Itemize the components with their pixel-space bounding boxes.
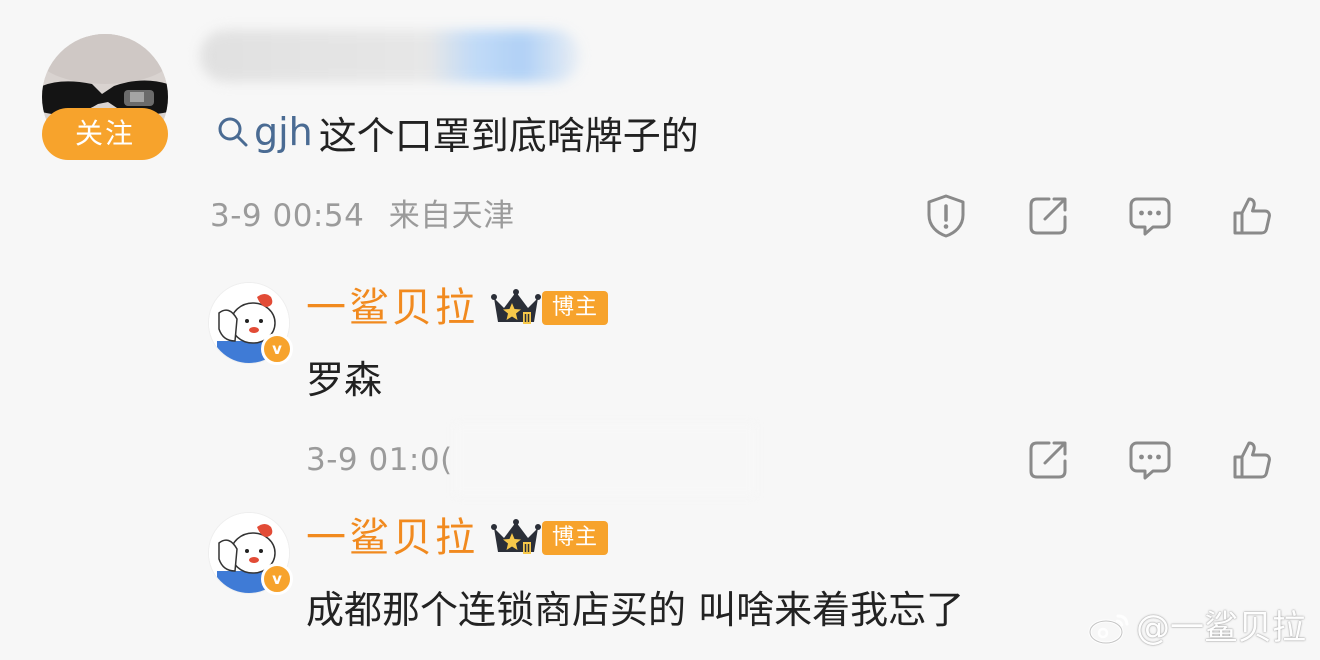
share-icon [1029, 441, 1067, 479]
reply-avatar[interactable]: v [208, 512, 293, 595]
search-icon [218, 117, 248, 147]
weibo-logo-icon [1088, 614, 1129, 645]
crown-icon [491, 289, 541, 324]
like-icon [1233, 441, 1271, 479]
follow-button[interactable]: 关注 [42, 108, 168, 160]
reply-header: 一鲨贝拉 博主 [306, 280, 609, 336]
comment-meta: 3-9 00:54 来自天津 [210, 192, 515, 240]
blogger-badge: 博主 [490, 518, 609, 558]
like-icon [1233, 197, 1271, 235]
comment-date: 3-9 00:54 [210, 198, 365, 234]
crown-icon [491, 519, 541, 554]
reply-author-name[interactable]: 一鲨贝拉 [306, 510, 478, 566]
verified-badge: v [261, 333, 293, 365]
reply-author-name[interactable]: 一鲨贝拉 [306, 280, 478, 336]
share-button[interactable] [1022, 434, 1074, 486]
like-button[interactable] [1226, 434, 1278, 486]
reply-button[interactable] [1124, 434, 1176, 486]
commenter-name-redacted [200, 30, 580, 82]
comment-icon [1129, 441, 1171, 480]
comment-icon [1129, 197, 1171, 236]
reply-avatar[interactable]: v [208, 282, 293, 365]
share-button[interactable] [1022, 190, 1074, 242]
comment-content: gjh 这个口罩到底啥牌子的 [216, 104, 699, 160]
watermark-text: @一鲨贝拉 [1136, 608, 1306, 648]
comment-location: 来自天津 [388, 198, 515, 234]
mention-text[interactable]: gjh [254, 110, 313, 154]
like-button[interactable] [1226, 190, 1278, 242]
blogger-badge: 博主 [490, 288, 609, 328]
mention-link[interactable]: gjh [216, 110, 313, 154]
reply-date: 3-9 01:0( [306, 442, 453, 478]
report-icon [927, 194, 965, 238]
verified-badge: v [261, 563, 293, 595]
reply-text: 罗森 [306, 358, 383, 402]
reply-text: 成都那个连锁商店买的 叫啥来着我忘了 [306, 588, 965, 632]
reply-header: 一鲨贝拉 博主 [306, 510, 609, 566]
report-button[interactable] [920, 190, 972, 242]
meta-redaction [455, 424, 755, 496]
share-icon [1029, 197, 1067, 235]
reply-button[interactable] [1124, 190, 1176, 242]
blogger-tag: 博主 [542, 291, 609, 325]
blogger-tag: 博主 [542, 521, 609, 555]
comment-text: 这个口罩到底啥牌子的 [318, 113, 699, 158]
watermark: @一鲨贝拉 [1088, 600, 1306, 656]
reply-meta: 3-9 01:0( [306, 436, 453, 484]
